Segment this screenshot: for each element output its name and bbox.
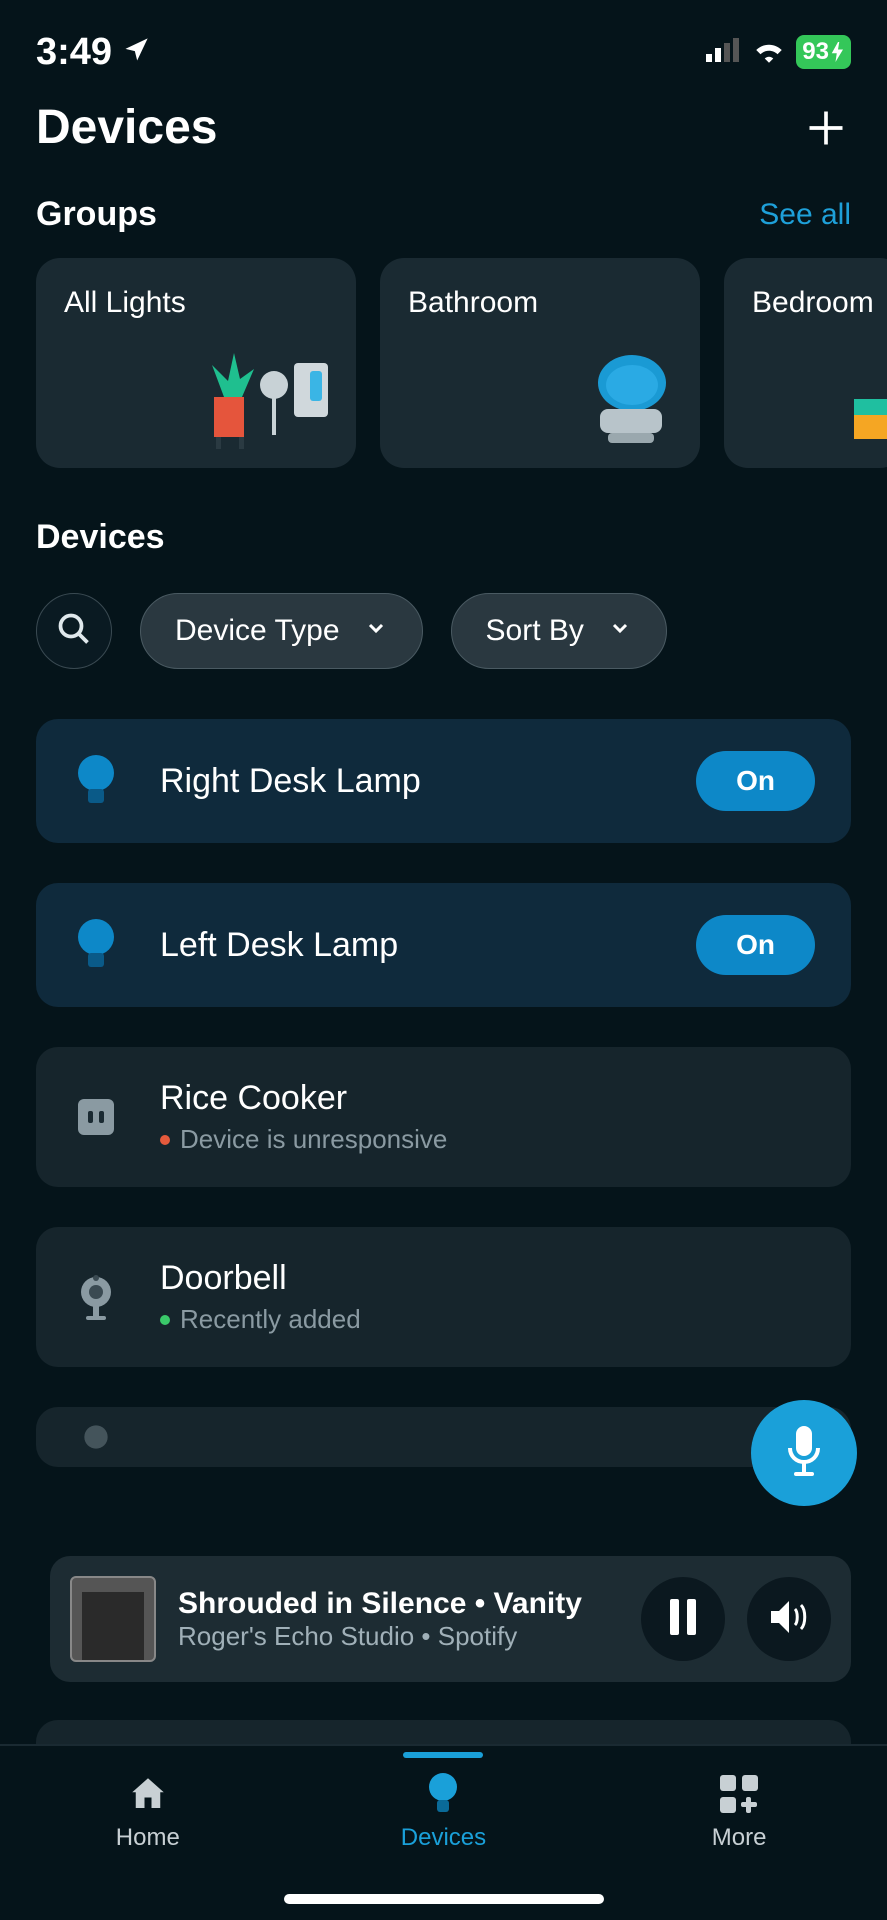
device-partial-icon — [72, 1422, 120, 1452]
now-playing-title: Shrouded in Silence • Vanity — [178, 1587, 619, 1621]
device-row-rice-cooker[interactable]: Rice Cooker Device is unresponsive — [36, 1047, 851, 1187]
status-bar: 3:49 93 — [0, 0, 887, 90]
device-row-right-desk-lamp[interactable]: Right Desk Lamp On — [36, 719, 851, 843]
group-card-label: Bedroom — [752, 286, 876, 320]
groups-scroller[interactable]: All Lights Bathroom Bedr — [0, 258, 887, 518]
home-icon — [127, 1772, 169, 1816]
home-indicator[interactable] — [284, 1894, 604, 1904]
more-grid-icon — [718, 1772, 760, 1816]
device-name-label: Left Desk Lamp — [160, 926, 656, 965]
search-icon — [56, 611, 92, 652]
cellular-icon — [706, 38, 742, 67]
device-state-toggle[interactable]: On — [696, 751, 815, 811]
device-sub-label: Recently added — [180, 1304, 361, 1335]
bathroom-illustration — [570, 349, 680, 454]
sort-by-filter[interactable]: Sort By — [451, 593, 667, 669]
pause-icon — [668, 1599, 698, 1640]
add-button[interactable] — [801, 103, 851, 153]
chevron-down-icon — [364, 614, 388, 648]
nav-label: Home — [116, 1824, 180, 1852]
now-playing-bar[interactable]: Shrouded in Silence • Vanity Roger's Ech… — [50, 1556, 851, 1682]
see-all-link[interactable]: See all — [759, 198, 851, 232]
group-card-label: Bathroom — [408, 286, 672, 320]
album-art — [70, 1576, 156, 1662]
nav-label: More — [712, 1824, 767, 1852]
location-icon — [122, 36, 150, 69]
filter-label: Device Type — [175, 614, 340, 648]
bulb-icon — [427, 1772, 459, 1816]
device-type-filter[interactable]: Device Type — [140, 593, 423, 669]
battery-indicator: 93 — [796, 35, 851, 69]
page-title: Devices — [36, 100, 217, 155]
wifi-icon — [752, 37, 786, 68]
device-state-toggle[interactable]: On — [696, 915, 815, 975]
device-name-label: Rice Cooker — [160, 1079, 815, 1118]
nav-label: Devices — [401, 1824, 486, 1852]
voice-mic-button[interactable] — [751, 1400, 857, 1506]
filter-label: Sort By — [486, 614, 584, 648]
device-row-doorbell[interactable]: Doorbell Recently added — [36, 1227, 851, 1367]
now-playing-subtitle: Roger's Echo Studio • Spotify — [178, 1621, 619, 1652]
pause-button[interactable] — [641, 1577, 725, 1661]
group-card-label: All Lights — [64, 286, 328, 320]
camera-icon — [72, 1272, 120, 1322]
status-dot-red — [160, 1135, 170, 1145]
device-name-label: Right Desk Lamp — [160, 762, 656, 801]
group-card-all-lights[interactable]: All Lights — [36, 258, 356, 468]
speaker-button[interactable] — [747, 1577, 831, 1661]
group-card-bathroom[interactable]: Bathroom — [380, 258, 700, 468]
bedroom-illustration — [844, 379, 887, 454]
bulb-icon — [72, 917, 120, 973]
device-sub-label: Device is unresponsive — [180, 1124, 447, 1155]
status-dot-green — [160, 1315, 170, 1325]
all-lights-illustration — [176, 349, 336, 454]
bottom-nav: Home Devices More — [0, 1744, 887, 1920]
group-card-bedroom[interactable]: Bedroom — [724, 258, 887, 468]
groups-title: Groups — [36, 195, 157, 234]
device-name-label: Doorbell — [160, 1259, 815, 1298]
device-row-partial[interactable] — [36, 1407, 851, 1467]
chevron-down-icon — [608, 614, 632, 648]
speaker-icon — [769, 1599, 809, 1640]
devices-title: Devices — [0, 518, 887, 593]
microphone-icon — [782, 1424, 826, 1483]
status-time: 3:49 — [36, 31, 112, 74]
nav-home[interactable]: Home — [1, 1754, 294, 1920]
plug-icon — [72, 1095, 120, 1139]
device-row-left-desk-lamp[interactable]: Left Desk Lamp On — [36, 883, 851, 1007]
bulb-icon — [72, 753, 120, 809]
page-header: Devices — [0, 90, 887, 195]
search-button[interactable] — [36, 593, 112, 669]
nav-more[interactable]: More — [593, 1754, 886, 1920]
